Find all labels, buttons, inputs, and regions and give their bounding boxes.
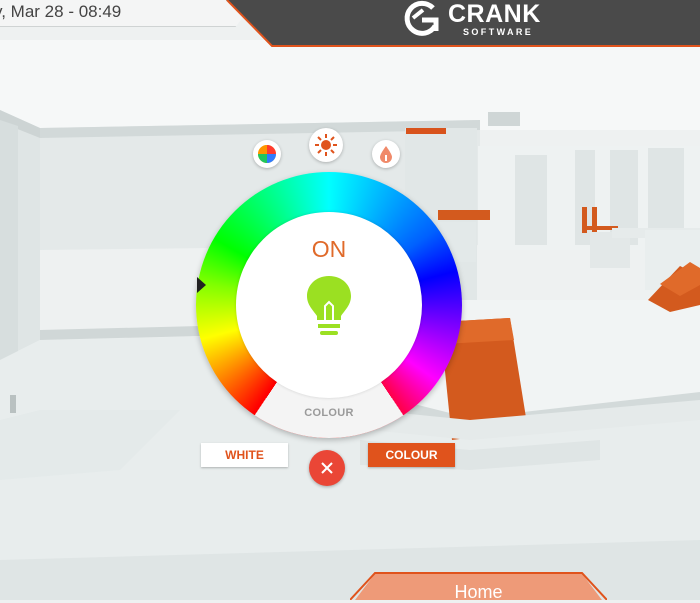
light-status-text: ON — [311, 236, 347, 262]
colour-button[interactable]: COLOUR — [368, 443, 455, 467]
sun-icon — [315, 134, 337, 156]
wheel-mode-label: COLOUR — [304, 407, 354, 419]
colour-wheel-icon — [258, 145, 276, 163]
wheel-selector-pointer[interactable] — [197, 277, 206, 293]
colour-wheel[interactable]: ON COLOUR — [196, 172, 462, 438]
close-button[interactable] — [309, 450, 345, 486]
close-icon — [321, 462, 333, 474]
white-button[interactable]: WHITE — [201, 443, 288, 467]
brightness-mode-button[interactable] — [309, 128, 343, 162]
brand-subtitle: SOFTWARE — [463, 27, 534, 37]
date-time-bar: y, Mar 28 - 08:49 — [0, 0, 256, 27]
temperature-mode-button[interactable] — [372, 140, 400, 168]
colour-mode-button[interactable] — [253, 140, 281, 168]
crank-logo-icon — [404, 0, 439, 36]
brand-name: CRANK — [448, 0, 541, 28]
drop-icon — [380, 146, 392, 163]
light-bulb-icon[interactable] — [301, 272, 357, 342]
date-time-text: y, Mar 28 - 08:49 — [0, 2, 122, 21]
